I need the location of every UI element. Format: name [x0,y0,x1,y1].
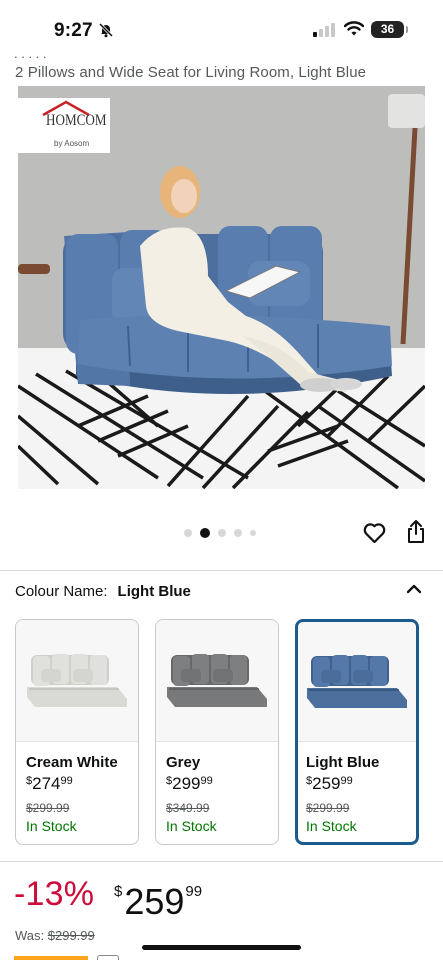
price-cents: 99 [340,775,353,787]
price-symbol: $ [166,775,173,787]
colour-option-price: $29999 [166,774,213,794]
colour-option-old-price: $299.99 [26,801,70,815]
quantity-box-peek[interactable] [97,955,119,960]
colour-option-name: Grey [166,754,201,771]
colour-option-price: $27499 [26,774,73,794]
section-divider [0,570,443,571]
price-symbol: $ [26,775,33,787]
colour-option-card[interactable]: Grey $29999 $349.99 In Stock [155,619,279,845]
carousel-dot[interactable] [184,529,192,537]
cellular-signal-icon [313,23,335,37]
was-price: Was: $299.99 [15,928,95,943]
clipped-title-line: , , , , , [14,50,47,58]
image-carousel-dots[interactable] [184,528,256,538]
selected-colour-value: Light Blue [117,583,191,600]
price-whole: 274 [32,774,61,793]
price-cents: 99 [200,775,213,787]
colour-option-card-selected[interactable]: Light Blue $25999 $299.99 In Stock [295,619,419,845]
price-cents: 99 [185,883,203,900]
colour-option-stock: In Stock [26,818,77,834]
heart-icon[interactable] [363,522,386,544]
product-title: 2 Pillows and Wide Seat for Living Room,… [15,64,367,81]
current-price: $25999 [114,881,202,923]
brand-logo-word: HOMCOM [46,112,107,129]
colour-option-name: Light Blue [306,754,380,771]
battery-level: 36 [380,22,395,36]
colour-option-price: $25999 [306,774,353,794]
was-value: $299.99 [47,928,95,943]
price-whole: 259 [312,774,341,793]
status-time: 9:27 [54,20,93,41]
colour-label: Colour Name: [15,583,108,600]
carousel-dot[interactable] [234,529,242,537]
bell-slash-icon [98,22,114,38]
price-cents: 99 [60,775,73,787]
carousel-dot[interactable] [218,529,226,537]
battery-icon: 36 [371,21,408,38]
colour-option-image [298,622,416,742]
colour-option-old-price: $299.99 [306,801,350,815]
colour-option-image [156,620,278,742]
sofa-thumbnail [167,653,267,707]
discount-percent: -13% [14,875,95,913]
carousel-dot[interactable] [250,530,256,536]
colour-option-card[interactable]: Cream White $27499 $299.99 In Stock [15,619,139,845]
sofa-thumbnail [307,654,407,708]
section-divider [0,861,443,862]
home-indicator[interactable] [142,945,301,950]
price-currency: $ [114,883,123,900]
brand-logo: HOMCOM by Aosom [18,98,110,153]
colour-option-image [16,620,138,742]
colour-option-name: Cream White [26,754,118,771]
add-to-cart-button-peek[interactable] [14,956,88,960]
colour-selector-header: Colour Name: Light Blue [15,583,191,600]
price-whole: 259 [124,881,185,922]
brand-logo-sub: by Aosom [54,139,90,148]
colour-option-old-price: $349.99 [166,801,210,815]
price-block: -13% $25999 [14,875,202,922]
carousel-dot-active[interactable] [200,528,210,538]
price-whole: 299 [172,774,201,793]
share-icon[interactable] [406,519,426,544]
colour-options: Cream White $27499 $299.99 In Stock Grey… [15,619,419,845]
price-symbol: $ [306,775,313,787]
colour-option-stock: In Stock [306,818,357,834]
product-image[interactable]: HOMCOM by Aosom [18,86,425,489]
colour-option-stock: In Stock [166,818,217,834]
chevron-up-icon[interactable] [406,581,422,597]
wifi-icon [344,21,364,36]
sofa-thumbnail [27,653,127,707]
was-label: Was: [15,928,45,943]
